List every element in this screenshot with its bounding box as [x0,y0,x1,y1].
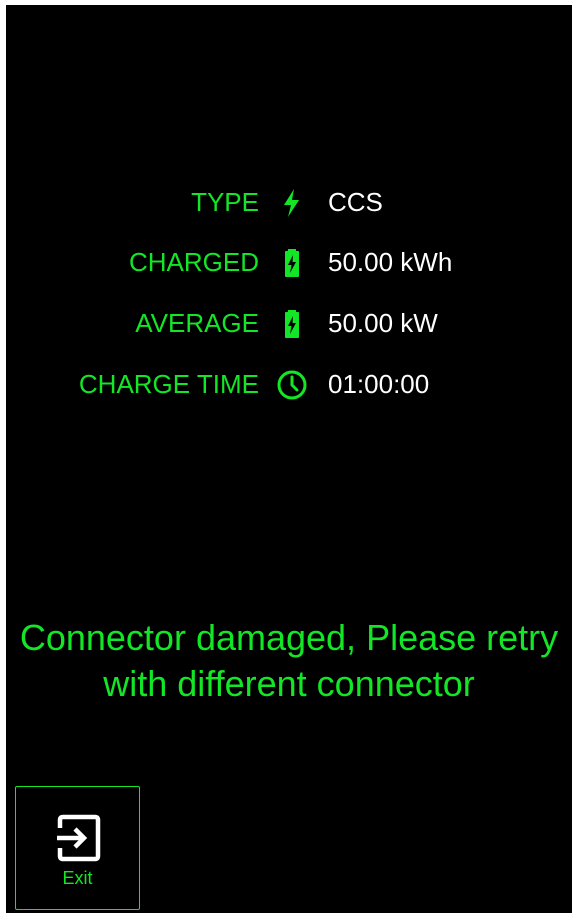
info-row-average: AVERAGE 50.00 kW [6,303,572,343]
average-label: AVERAGE [135,308,259,338]
exit-icon [54,814,102,862]
average-value: 50.00 kW [328,308,438,338]
exit-button[interactable]: Exit [15,786,140,910]
info-row-charged: CHARGED 50.00 kWh [6,242,572,282]
info-row-charge-time: CHARGE TIME 01:00:00 [6,364,572,404]
battery-charging-icon [275,246,309,280]
charged-value: 50.00 kWh [328,247,453,277]
charge-time-label: CHARGE TIME [78,369,259,399]
battery-charging-icon [275,307,309,341]
type-value: CCS [328,187,383,217]
charger-screen: TYPE CCS CHARGED 50.00 kWh AVERAGE 50.00… [6,5,572,913]
status-message: Connector damaged, Please retry with dif… [19,617,559,704]
clock-icon [275,368,309,402]
charged-label: CHARGED [128,247,259,277]
charge-time-value: 01:00:00 [328,369,430,399]
info-row-type: TYPE CCS [6,182,572,222]
exit-label: Exit [62,868,93,888]
lightning-bolt-icon [275,186,309,220]
type-label: TYPE [191,187,259,217]
